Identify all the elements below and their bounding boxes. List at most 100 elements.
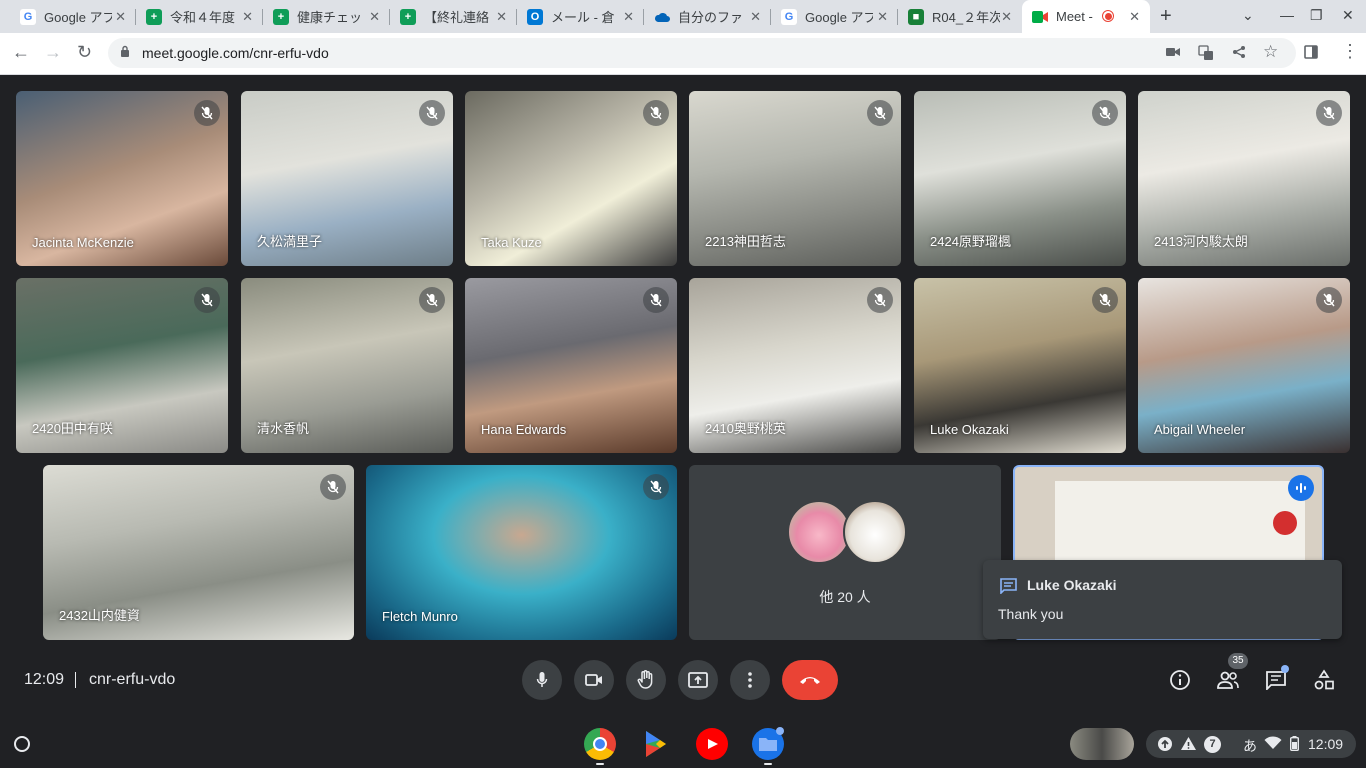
share-icon[interactable] bbox=[1232, 45, 1246, 62]
participant-tile[interactable]: 2410奥野桃英 bbox=[689, 278, 901, 453]
close-icon[interactable]: ✕ bbox=[623, 9, 634, 25]
microphone-button[interactable] bbox=[522, 660, 562, 700]
meeting-details-button[interactable] bbox=[1168, 668, 1192, 692]
browser-tab[interactable]: G Google アプ ✕ bbox=[10, 0, 136, 33]
mic-off-icon bbox=[1316, 287, 1342, 313]
close-icon[interactable]: ✕ bbox=[1001, 9, 1012, 25]
people-button[interactable] bbox=[1216, 668, 1240, 692]
browser-tab[interactable]: + 【終礼連絡 ✕ bbox=[390, 0, 517, 33]
close-icon[interactable]: ✕ bbox=[369, 9, 380, 25]
restore-icon[interactable]: ❐ bbox=[1310, 7, 1323, 24]
more-options-button[interactable] bbox=[730, 660, 770, 700]
tab-search-icon[interactable]: ⌄ bbox=[1242, 7, 1254, 24]
launcher-icon[interactable] bbox=[14, 736, 30, 752]
google-icon: G bbox=[20, 8, 36, 25]
ime-indicator: あ bbox=[1243, 738, 1257, 754]
participant-tile[interactable]: 2413河内駿太朗 bbox=[1138, 91, 1350, 266]
browser-tab[interactable]: + 健康チェッ ✕ bbox=[263, 0, 390, 33]
participant-tile[interactable]: Fletch Munro bbox=[366, 465, 677, 640]
new-tab-icon[interactable]: + bbox=[1160, 5, 1172, 28]
hand-icon bbox=[637, 670, 653, 689]
mic-off-icon bbox=[867, 287, 893, 313]
address-bar[interactable]: meet.google.com/cnr-erfu-vdo ☆ bbox=[108, 38, 1296, 68]
close-icon[interactable]: ✕ bbox=[496, 9, 507, 25]
more-vert-icon bbox=[748, 672, 752, 688]
tab-title: Meet - bbox=[1056, 9, 1093, 24]
participant-tile[interactable]: 2213神田哲志 bbox=[689, 91, 901, 266]
participant-tile[interactable]: 久松満里子 bbox=[241, 91, 453, 266]
participant-tile[interactable]: Hana Edwards bbox=[465, 278, 677, 453]
tab-title: R04_２年次 bbox=[932, 10, 1000, 25]
others-count: 他 20 人 bbox=[819, 589, 871, 605]
participant-tile[interactable]: 清水香帆 bbox=[241, 278, 453, 453]
meeting-time: 12:09 bbox=[24, 671, 65, 688]
chat-notification[interactable]: Luke Okazaki Thank you bbox=[983, 560, 1342, 639]
participant-tile[interactable]: 2420田中有咲 bbox=[16, 278, 228, 453]
present-screen-button[interactable] bbox=[678, 660, 718, 700]
browser-tab[interactable]: + 令和４年度 ✕ bbox=[136, 0, 263, 33]
close-icon[interactable]: ✕ bbox=[115, 9, 126, 25]
participant-tile[interactable]: Taka Kuze bbox=[465, 91, 677, 266]
present-icon bbox=[688, 672, 708, 688]
people-icon bbox=[1217, 671, 1239, 689]
mic-off-icon bbox=[867, 100, 893, 126]
close-icon[interactable]: ✕ bbox=[750, 9, 761, 25]
menu-kebab-icon[interactable]: ⋮ bbox=[1341, 41, 1359, 62]
files-app-icon[interactable] bbox=[752, 727, 784, 760]
close-icon[interactable]: ✕ bbox=[877, 9, 888, 25]
meet-icon bbox=[1032, 9, 1048, 25]
side-panel-icon[interactable] bbox=[1304, 43, 1318, 64]
participant-tile[interactable]: 2424原野瑠楓 bbox=[914, 91, 1126, 266]
participant-name: Hana Edwards bbox=[481, 422, 567, 437]
chrome-app-icon[interactable] bbox=[584, 728, 616, 760]
forward-icon[interactable]: → bbox=[44, 42, 62, 63]
close-icon[interactable]: ✕ bbox=[1129, 9, 1140, 25]
participant-name: 久松満里子 bbox=[257, 234, 323, 249]
tab-title: Google アプ bbox=[44, 10, 112, 25]
browser-tab[interactable]: 自分のファ ✕ bbox=[644, 0, 771, 33]
participant-tile[interactable]: 2432山内健資 bbox=[43, 465, 354, 640]
tab-title: 自分のファ bbox=[678, 10, 744, 25]
camera-button[interactable] bbox=[574, 660, 614, 700]
play-store-icon[interactable] bbox=[640, 728, 672, 760]
avatar bbox=[787, 500, 851, 564]
mic-off-icon bbox=[194, 287, 220, 313]
participant-name: Abigail Wheeler bbox=[1154, 422, 1246, 437]
camera-icon[interactable] bbox=[1166, 45, 1180, 61]
reload-icon[interactable]: ↻ bbox=[77, 42, 92, 63]
holding-space-icon[interactable] bbox=[1070, 728, 1134, 760]
close-icon[interactable]: ✕ bbox=[242, 9, 253, 25]
translate-icon[interactable] bbox=[1198, 45, 1214, 64]
activities-button[interactable] bbox=[1312, 668, 1336, 692]
mic-off-icon bbox=[419, 287, 445, 313]
participant-name: 2432山内健資 bbox=[59, 608, 140, 623]
browser-tab[interactable]: O メール - 倉 ✕ bbox=[517, 0, 644, 33]
chat-button[interactable] bbox=[1264, 665, 1289, 692]
youtube-icon[interactable] bbox=[696, 728, 728, 760]
tab-title: 【終礼連絡 bbox=[424, 10, 490, 25]
leave-call-button[interactable] bbox=[782, 660, 838, 700]
mic-off-icon bbox=[643, 287, 669, 313]
minimize-icon[interactable]: — bbox=[1280, 7, 1294, 23]
classroom-icon: ■ bbox=[908, 8, 924, 25]
participant-tile[interactable]: Jacinta McKenzie bbox=[16, 91, 228, 266]
browser-tab[interactable]: G Google アプ ✕ bbox=[771, 0, 898, 33]
mic-off-icon bbox=[1092, 100, 1118, 126]
browser-tab[interactable]: ■ R04_２年次 ✕ bbox=[898, 0, 1022, 33]
notification-count: 7 bbox=[1204, 736, 1221, 753]
participant-tile[interactable]: Abigail Wheeler bbox=[1138, 278, 1350, 453]
meeting-code: cnr-erfu-vdo bbox=[89, 671, 176, 688]
system-clock: 12:09 bbox=[1308, 736, 1344, 752]
participant-name: 2410奥野桃英 bbox=[705, 421, 786, 436]
close-window-icon[interactable]: ✕ bbox=[1342, 7, 1354, 24]
raise-hand-button[interactable] bbox=[626, 660, 666, 700]
bookmark-star-icon[interactable]: ☆ bbox=[1263, 42, 1278, 62]
others-tile[interactable]: 他 20 人 bbox=[689, 465, 1001, 640]
chat-bubble-icon bbox=[1000, 578, 1017, 594]
browser-tab-active[interactable]: Meet - ✕ bbox=[1022, 0, 1150, 33]
info-icon bbox=[1170, 670, 1190, 690]
participant-tile[interactable]: Luke Okazaki bbox=[914, 278, 1126, 453]
video-camera-icon bbox=[585, 674, 602, 686]
participant-name: 清水香帆 bbox=[257, 421, 310, 436]
back-icon[interactable]: ← bbox=[12, 42, 30, 63]
